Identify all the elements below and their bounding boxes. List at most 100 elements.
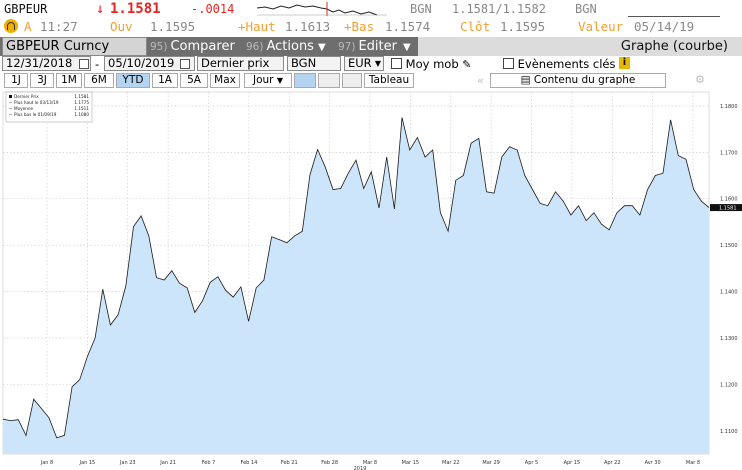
quote-symbol: GBPEUR — [4, 2, 48, 16]
line-style-button[interactable] — [294, 73, 316, 88]
key-events-toggle[interactable]: Evènements clés — [503, 57, 615, 71]
high-label: +Haut — [238, 19, 276, 34]
page-title: Graphe (courbe) — [418, 37, 742, 56]
source-field[interactable]: BGN — [287, 56, 341, 71]
chart-content-button[interactable]: ▤ Contenu du graphe — [490, 73, 666, 88]
key-events-label: Evènements clés — [517, 57, 616, 71]
currency-value: EUR — [348, 56, 372, 70]
quote-source-2: BGN — [575, 2, 597, 16]
price-change: -.0014 — [191, 2, 235, 16]
period-button-1j[interactable]: 1J — [4, 73, 28, 88]
edit-label: Editer — [358, 39, 397, 54]
x-tick-label: Feb 7 — [202, 460, 216, 466]
period-button-3j[interactable]: 3J — [30, 73, 54, 88]
currency-select[interactable]: EUR ▼ — [344, 56, 384, 71]
edit-menu[interactable]: 97) Editer ▼ — [338, 37, 416, 56]
gear-icon[interactable]: ⚙ — [695, 73, 705, 86]
actions-menu[interactable]: 96) Actions ▼ — [246, 37, 332, 56]
info-icon[interactable]: i — [619, 57, 630, 69]
pencil-icon[interactable]: ✎ — [462, 58, 471, 71]
y-tick-label: 1.1200 — [720, 382, 738, 388]
ohlc-bar: A 11:27 Ouv 1.1595 +Haut 1.1613 +Bas 1.1… — [0, 17, 742, 36]
y-tick-label: 1.1100 — [720, 429, 738, 435]
price-chart[interactable]: 1.1800 1.1700 1.1600 1.1500 1.1400 1.1300 1.12… — [0, 88, 742, 470]
quote-time: 11:27 — [40, 19, 78, 34]
legend-value: 1.1080 — [74, 112, 89, 117]
y-tick-label: 1.1700 — [720, 150, 738, 156]
legend-label: Moyenne — [14, 106, 34, 111]
double-chevron-left-icon[interactable]: « — [477, 74, 484, 87]
value-label: Valeur — [578, 19, 624, 34]
low-label: +Bas — [344, 19, 375, 34]
actions-number: 96) — [246, 41, 264, 53]
period-bar: 1J 3J 1M 6M YTD 1A 5A Max Jour ▼ Tableau « ▤ Co… — [0, 73, 742, 88]
last-price: 1.1581 — [110, 1, 161, 17]
price-field-select[interactable]: Dernier prix — [197, 56, 284, 71]
dropdown-arrow-icon: ▼ — [276, 76, 283, 85]
x-tick-label: Jan 8 — [40, 460, 53, 466]
high-value: 1.1613 — [285, 19, 331, 34]
table-button[interactable]: Tableau — [364, 73, 414, 88]
period-button-1m[interactable]: 1M — [56, 73, 82, 88]
y-tick-label: 1.1600 — [720, 197, 738, 203]
edit-number: 97) — [338, 41, 356, 53]
y-tick-label: 1.1300 — [720, 336, 738, 342]
period-button-ytd[interactable]: YTD — [116, 73, 150, 88]
actions-label: Actions — [266, 39, 314, 54]
x-tick-label: Jan 21 — [159, 460, 176, 466]
x-tick-label: Mar 22 — [442, 460, 459, 466]
market-status-icon — [4, 19, 18, 33]
close-label: Clôt — [460, 19, 491, 34]
chart-settings: 12/31/2018 - 05/10/2019 Dernier prix BGN… — [0, 56, 742, 72]
time-prefix: A — [24, 19, 32, 34]
sparkline-icon — [257, 2, 387, 16]
legend-value: 1.1511 — [74, 106, 89, 111]
dropdown-arrow-icon: ▼ — [317, 42, 326, 53]
y-tick-label: 1.1500 — [720, 243, 738, 249]
x-tick-label: Avr 30 — [645, 460, 661, 466]
y-tick-label: 1.1400 — [720, 290, 738, 296]
x-tick-label: Apr 15 — [564, 460, 581, 466]
period-button-1a[interactable]: 1A — [152, 73, 178, 88]
interval-value: Jour — [253, 74, 274, 86]
x-tick-label: Feb 28 — [321, 460, 338, 466]
period-button-5a[interactable]: 5A — [180, 73, 208, 88]
moving-average-toggle[interactable]: Moy mob ✎ — [391, 57, 472, 71]
compare-number: 95) — [150, 41, 168, 53]
x-tick-label: Jan 23 — [119, 460, 136, 466]
bid-ask: 1.1581/1.1582 — [452, 2, 546, 16]
x-tick-label: Feb 14 — [240, 460, 257, 466]
compare-button[interactable]: 95) Comparer — [150, 37, 242, 56]
bar-style-button[interactable] — [318, 73, 340, 88]
checkbox-icon[interactable] — [391, 58, 402, 69]
calendar-icon[interactable] — [180, 59, 190, 69]
x-tick-label: Mar 8 — [686, 460, 700, 466]
checkbox-icon[interactable] — [503, 58, 514, 69]
down-arrow-icon: ↓ — [96, 1, 105, 17]
start-date-field[interactable]: 12/31/2018 — [2, 56, 91, 71]
period-button-max[interactable]: Max — [210, 73, 240, 88]
interval-select[interactable]: Jour ▼ — [244, 73, 292, 88]
x-year-label: 2019 — [354, 466, 367, 470]
x-tick-label: Jan 15 — [79, 460, 96, 466]
moving-average-label: Moy mob — [405, 57, 459, 71]
period-button-6m[interactable]: 6M — [84, 73, 114, 88]
calendar-icon[interactable] — [79, 59, 89, 69]
x-tick-label: Apr 22 — [604, 460, 621, 466]
x-tick-label: Feb 21 — [281, 460, 298, 466]
y-tick-label: 1.1800 — [720, 104, 738, 110]
legend-swatch — [9, 95, 12, 98]
last-price-tag-label: 1.1581 — [719, 205, 737, 211]
chart-content-icon: ▤ — [520, 74, 531, 86]
candle-style-button[interactable] — [342, 73, 362, 88]
command-toolbar: GBPEUR Curncy 95) Comparer 96) Actions ▼ 97… — [0, 37, 742, 56]
value-date: 05/14/19 — [634, 19, 695, 34]
close-value: 1.1595 — [500, 19, 546, 34]
ticker-field[interactable]: GBPEUR Curncy — [2, 37, 147, 56]
low-value: 1.1574 — [385, 19, 431, 34]
dropdown-arrow-icon: ▼ — [403, 42, 411, 53]
open-value: 1.1595 — [150, 19, 196, 34]
open-label: Ouv — [110, 19, 133, 34]
compare-label: Comparer — [170, 39, 235, 54]
x-tick-label: Mar 15 — [402, 460, 419, 466]
